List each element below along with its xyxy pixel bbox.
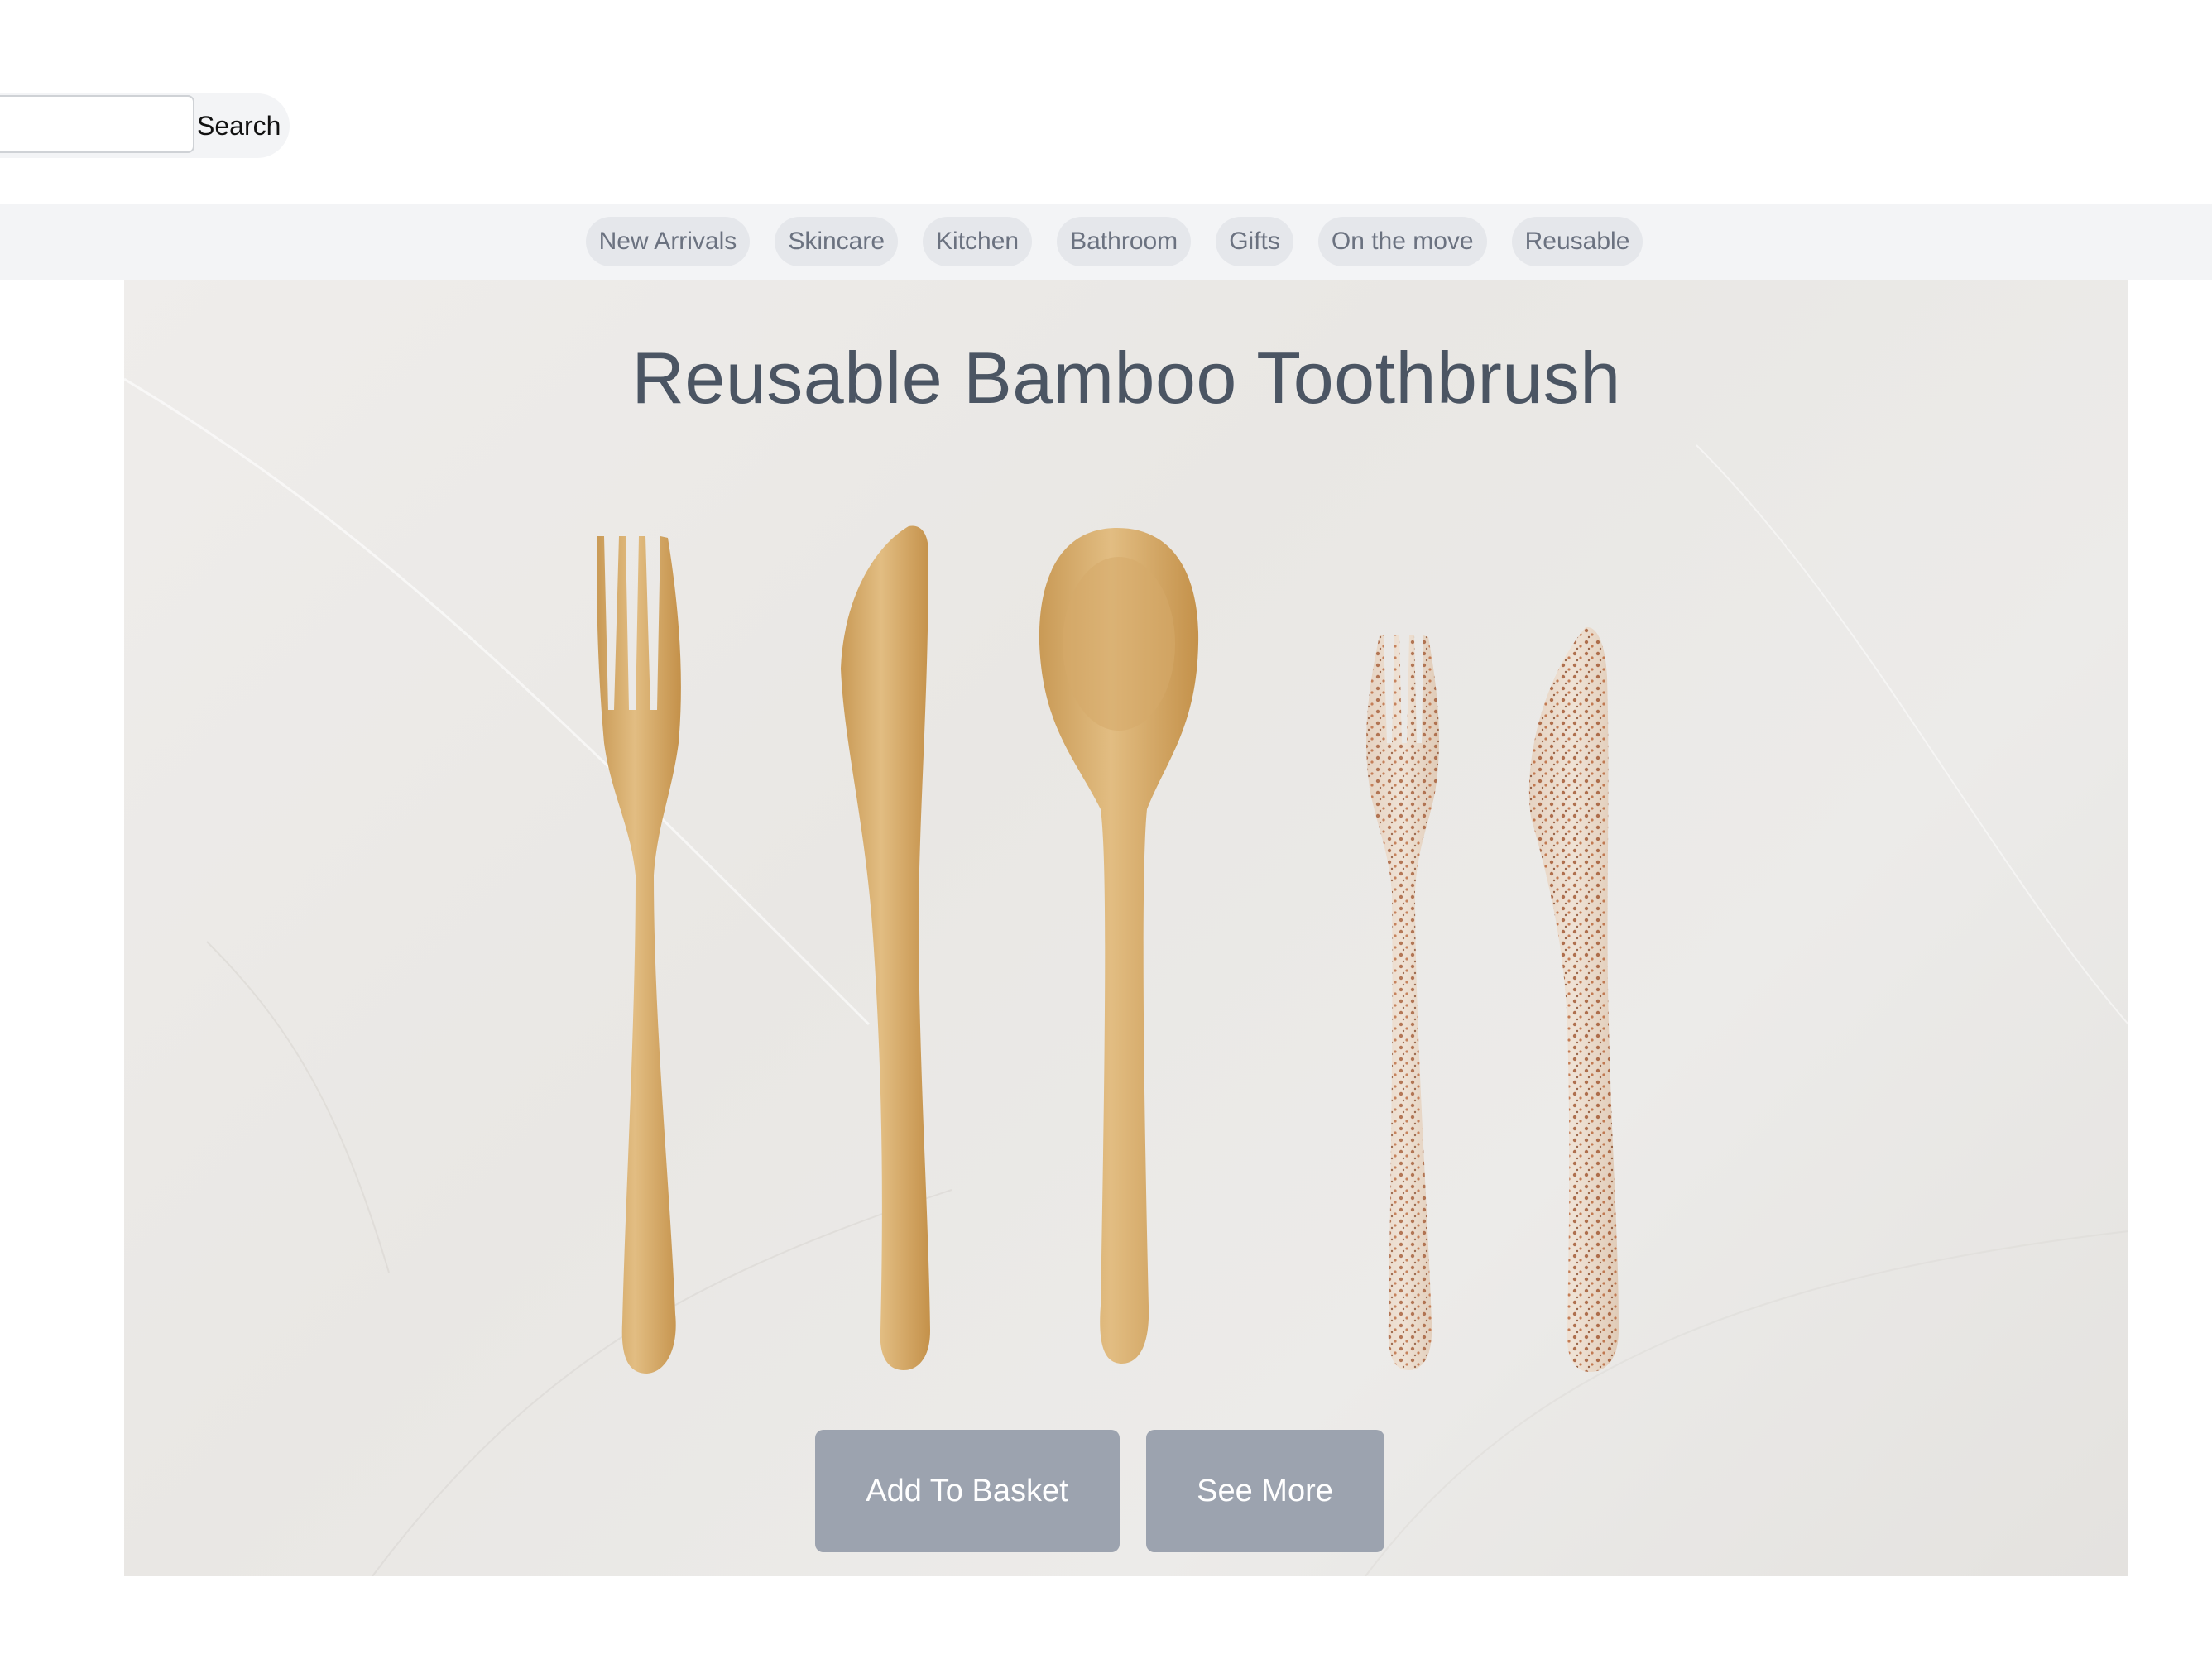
nav-item-kitchen[interactable]: Kitchen bbox=[923, 217, 1033, 266]
search-button[interactable]: Search bbox=[197, 100, 281, 151]
hero-banner: Reusable Bamboo Toothbrush Add To Basket… bbox=[124, 280, 2128, 1576]
nav-item-skincare[interactable]: Skincare bbox=[775, 217, 899, 266]
hero-actions: Add To Basket See More bbox=[124, 1430, 2128, 1552]
nav-item-bathroom[interactable]: Bathroom bbox=[1057, 217, 1192, 266]
category-list: New Arrivals Skincare Kitchen Bathroom G… bbox=[585, 217, 1643, 266]
bamboo-spoon bbox=[1039, 528, 1199, 1364]
nav-item-new-arrivals[interactable]: New Arrivals bbox=[585, 217, 751, 266]
search-input[interactable] bbox=[0, 95, 194, 153]
see-more-button[interactable]: See More bbox=[1145, 1430, 1384, 1552]
search-bar: Search bbox=[0, 93, 290, 158]
bamboo-knife bbox=[841, 525, 930, 1370]
add-to-basket-button[interactable]: Add To Basket bbox=[814, 1430, 1120, 1552]
nav-item-gifts[interactable]: Gifts bbox=[1216, 217, 1293, 266]
nav-item-reusable[interactable]: Reusable bbox=[1511, 217, 1643, 266]
product-image bbox=[597, 525, 1619, 1374]
category-nav: New Arrivals Skincare Kitchen Bathroom G… bbox=[0, 204, 2212, 280]
nav-item-on-the-move[interactable]: On the move bbox=[1317, 217, 1487, 266]
bamboo-fork bbox=[597, 536, 681, 1374]
speckled-knife bbox=[1528, 626, 1619, 1372]
speckled-fork bbox=[1366, 635, 1440, 1370]
